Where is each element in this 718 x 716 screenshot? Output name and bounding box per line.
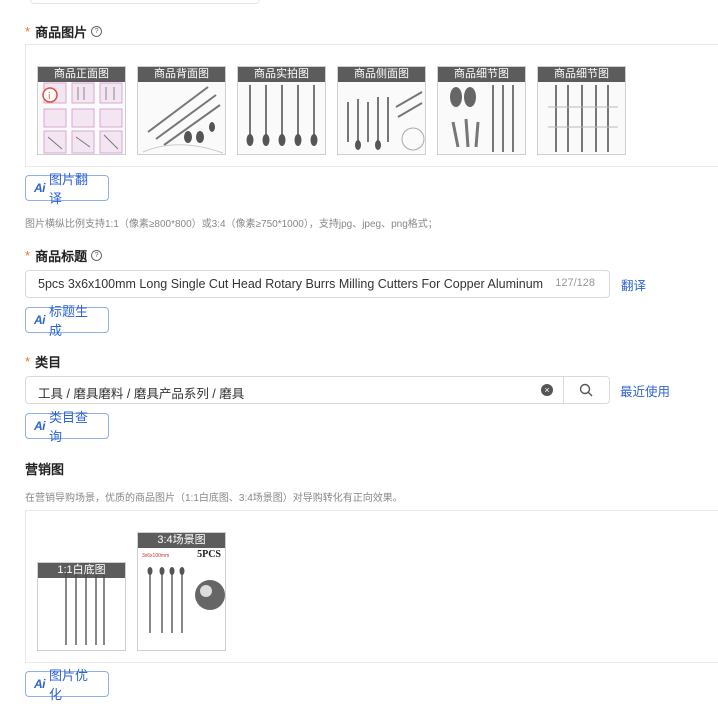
marketing-images-panel: 1:1白底图 3x6x100mm 5PCS 3:4场景图 (25, 510, 718, 663)
product-title-label: * 商品标题 ? (25, 246, 103, 265)
previous-field-stub (30, 0, 260, 4)
thumbnail-detail-2[interactable]: 商品细节图 (537, 66, 626, 155)
recent-used-link[interactable]: 最近使用 (620, 381, 670, 400)
svg-text:i: i (48, 92, 51, 102)
ai-icon: Ai (34, 419, 46, 433)
thumbnail-side[interactable]: 商品侧面图 (337, 66, 426, 155)
category-query-button[interactable]: Ai 类目查询 (25, 410, 109, 444)
category-select[interactable]: 工具 / 磨具磨料 / 磨具产品系列 / 磨具 × (25, 376, 610, 404)
marketing-images-label: 营销图 (25, 462, 65, 477)
thumbnail-detail-1[interactable]: 商品细节图 (437, 66, 526, 155)
category-search-button[interactable] (564, 377, 610, 403)
category-label: * 类目 (25, 354, 62, 370)
thumbnail-white-background[interactable]: 1:1白底图 (37, 562, 126, 651)
product-images-label: * 商品图片 ? (25, 22, 103, 41)
product-title-value: 5pcs 3x6x100mm Long Single Cut Head Rota… (38, 277, 546, 291)
image-translate-button[interactable]: Ai 图片翻译 (25, 172, 109, 206)
help-icon[interactable]: ? (91, 26, 103, 37)
thumbnail-back[interactable]: 商品背面图 (137, 66, 226, 155)
category-value: 工具 / 磨具磨料 / 磨具产品系列 / 磨具 (38, 387, 245, 401)
ai-icon: Ai (34, 181, 46, 195)
product-images-panel: i 商品正面图 商品背面图 商品实拍图 商品侧面图 商品细节图 商品细节图 (25, 44, 718, 167)
title-generate-button[interactable]: Ai 标题生成 (25, 304, 109, 338)
title-char-counter: 127/128 (555, 277, 595, 289)
marketing-images-hint: 在营销导购场景，优质的商品图片（1:1白底图、3:4场景图）对导购转化有正向效果… (25, 493, 403, 504)
product-title-input[interactable]: 5pcs 3x6x100mm Long Single Cut Head Rota… (25, 270, 610, 298)
image-format-hint: 图片横纵比例支持1:1（像素≥800*800）或3:4（像素≥750*1000）… (25, 219, 438, 230)
ai-icon: Ai (34, 677, 46, 691)
clear-icon[interactable]: × (541, 384, 553, 396)
thumbnail-scene[interactable]: 3x6x100mm 5PCS 3:4场景图 (137, 532, 226, 651)
thumbnail-front[interactable]: i 商品正面图 (37, 66, 126, 155)
help-icon[interactable]: ? (91, 250, 103, 261)
thumbnail-real-shot[interactable]: 商品实拍图 (237, 66, 326, 155)
image-optimize-button[interactable]: Ai 图片优化 (25, 668, 109, 702)
ai-icon: Ai (34, 313, 46, 327)
search-icon (579, 383, 593, 397)
translate-link[interactable]: 翻译 (621, 275, 646, 294)
